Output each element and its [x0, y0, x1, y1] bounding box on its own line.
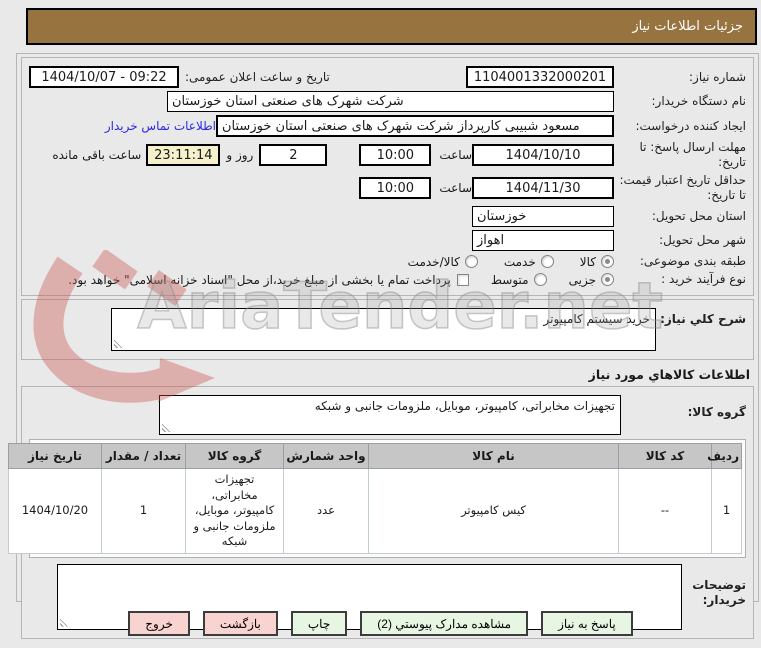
delivery-province-field[interactable]: خوزستان — [472, 206, 614, 227]
subject-class-options: کالا خدمت کالا/خدمت — [408, 255, 614, 269]
cell-group: تجهیزات مخابراتی، کامپیوتر، موبایل، ملزو… — [186, 469, 284, 554]
goods-table-wrapper: ردیف کد کالا نام کالا واحد شمارش گروه کا… — [29, 439, 746, 558]
radio-minor-icon[interactable] — [601, 273, 614, 286]
goods-table: ردیف کد کالا نام کالا واحد شمارش گروه کا… — [8, 443, 742, 554]
days-remaining-field[interactable]: 2 — [259, 144, 327, 166]
radio-goods-service-icon[interactable] — [465, 255, 478, 268]
request-creator-label: ایجاد کننده درخواست: — [614, 119, 746, 134]
print-button[interactable]: چاپ — [291, 611, 347, 636]
time-remaining-field[interactable]: 23:11:14 — [146, 144, 220, 166]
subject-class-option-service: خدمت — [504, 255, 554, 269]
buyer-org-label: نام دستگاه خریدار: — [614, 94, 746, 109]
col-group: گروه کالا — [186, 444, 284, 469]
need-number-row: شماره نیاز: 1104001332000201 تاریخ و ساع… — [29, 66, 746, 88]
radio-medium-label: متوسط — [491, 273, 529, 287]
delivery-city-field[interactable]: اهواز — [472, 230, 614, 251]
goods-group-textarea[interactable]: تجهیزات مخابراتی، کامپیوتر، موبایل، ملزو… — [159, 395, 621, 435]
cell-quantity: 1 — [102, 469, 186, 554]
price-validity-label: حداقل تاریخ اعتبار قیمت: تا تاریخ: — [614, 173, 746, 203]
response-deadline-hour-field[interactable]: 10:00 — [359, 144, 431, 166]
need-description-row: شرح کلي نیاز: خرید سیستم کامپیوتر — [29, 308, 746, 351]
remaining-hours-label: ساعت باقی مانده — [52, 148, 141, 162]
goods-info-heading: اطلاعات کالاهاي مورد نیاز — [21, 367, 750, 382]
goods-group-text: تجهیزات مخابراتی، کامپیوتر، موبایل، ملزو… — [315, 399, 615, 413]
radio-minor-label: جزیی — [569, 273, 596, 287]
back-button[interactable]: بازگشت — [203, 611, 278, 636]
announce-datetime-field[interactable]: 1404/10/07 - 09:22 — [29, 66, 179, 88]
need-description-label: شرح کلي نیاز: — [656, 308, 746, 327]
radio-goods-label: کالا — [580, 255, 596, 269]
response-deadline-hour-label: ساعت — [439, 148, 472, 162]
purchase-process-options: جزیی متوسط پرداخت تمام یا بخشی از مبلغ خ… — [68, 273, 614, 287]
need-number-label: شماره نیاز: — [614, 70, 746, 85]
response-deadline-row: مهلت ارسال پاسخ: تا تاریخ: 1404/10/10 سا… — [29, 140, 746, 170]
price-validity-date-field[interactable]: 1404/11/30 — [472, 177, 614, 199]
col-need-date: تاریخ نیاز — [9, 444, 102, 469]
request-creator-field[interactable]: مسعود شبیبی کارپرداز شرکت شهرک های صنعتی… — [216, 115, 614, 137]
form-frame: شماره نیاز: 1104001332000201 تاریخ و ساع… — [16, 53, 759, 602]
process-option-medium: متوسط — [491, 273, 547, 287]
cell-item-code: -- — [619, 469, 712, 554]
buyer-org-row: نام دستگاه خریدار: شرکت شهرک های صنعتی ا… — [29, 91, 746, 112]
purchase-process-row: نوع فرآیند خرید : جزیی متوسط پرداخت تمام… — [29, 272, 746, 287]
resize-handle-icon[interactable] — [162, 422, 172, 432]
request-creator-row: ایجاد کننده درخواست: مسعود شبیبی کارپردا… — [29, 115, 746, 137]
price-validity-hour-field[interactable]: 10:00 — [359, 177, 431, 199]
response-deadline-label: مهلت ارسال پاسخ: تا تاریخ: — [614, 140, 746, 170]
price-validity-row: حداقل تاریخ اعتبار قیمت: تا تاریخ: 1404/… — [29, 173, 746, 203]
col-item-code: کد کالا — [619, 444, 712, 469]
need-description-section: شرح کلي نیاز: خرید سیستم کامپیوتر — [21, 299, 754, 360]
need-details-page: جزئیات اطلاعات نیاز شماره نیاز: 11040013… — [0, 0, 761, 648]
announce-datetime-label: تاریخ و ساعت اعلان عمومی: — [185, 70, 330, 85]
buyer-notes-label: توضیحات خریدار: — [682, 564, 746, 608]
purchase-process-label: نوع فرآیند خرید : — [614, 272, 746, 287]
goods-table-header-row: ردیف کد کالا نام کالا واحد شمارش گروه کا… — [9, 444, 742, 469]
response-deadline-date-field[interactable]: 1404/10/10 — [472, 144, 614, 166]
radio-goods-icon[interactable] — [601, 255, 614, 268]
subject-class-option-goods-service: کالا/خدمت — [408, 255, 478, 269]
treasury-payment-option: پرداخت تمام یا بخشی از مبلغ خرید،از محل … — [68, 273, 469, 287]
col-unit: واحد شمارش — [284, 444, 369, 469]
table-row: 1 -- کیس کامپیوتر عدد تجهیزات مخابراتی، … — [9, 469, 742, 554]
price-validity-hour-label: ساعت — [439, 181, 472, 195]
goods-group-row: گروه کالا: تجهیزات مخابراتی، کامپیوتر، م… — [29, 395, 746, 435]
buyer-contact-link[interactable]: اطلاعات تماس خریدار — [105, 119, 216, 133]
goods-group-label: گروه کالا: — [621, 395, 746, 420]
goods-info-section: گروه کالا: تجهیزات مخابراتی، کامپیوتر، م… — [21, 386, 754, 639]
need-description-textarea[interactable]: خرید سیستم کامپیوتر — [111, 308, 656, 351]
exit-button[interactable]: خروج — [128, 611, 190, 636]
delivery-city-label: شهر محل تحویل: — [614, 233, 746, 248]
need-description-text: خرید سیستم کامپیوتر — [544, 312, 651, 326]
subject-class-option-goods: کالا — [580, 255, 614, 269]
page-title: جزئیات اطلاعات نیاز — [632, 19, 743, 34]
radio-service-icon[interactable] — [541, 255, 554, 268]
treasury-checkbox-label: پرداخت تمام یا بخشی از مبلغ خرید،از محل … — [68, 273, 451, 287]
col-item-name: نام کالا — [369, 444, 619, 469]
footer-button-bar: پاسخ به نیاز مشاهده مدارک پیوستي (2) چاپ… — [0, 611, 761, 636]
cell-need-date: 1404/10/20 — [9, 469, 102, 554]
page-title-bar: جزئیات اطلاعات نیاز — [26, 8, 757, 45]
radio-medium-icon[interactable] — [534, 273, 547, 286]
treasury-checkbox-icon[interactable] — [457, 274, 469, 286]
subject-class-label: طبقه بندی موضوعی: — [614, 254, 746, 269]
buyer-org-field[interactable]: شرکت شهرک های صنعتی استان خوزستان — [167, 91, 614, 112]
process-option-minor: جزیی — [569, 273, 614, 287]
subject-class-row: طبقه بندی موضوعی: کالا خدمت کالا/خدمت — [29, 254, 746, 269]
col-quantity: تعداد / مقدار — [102, 444, 186, 469]
radio-service-label: خدمت — [504, 255, 536, 269]
respond-to-need-button[interactable]: پاسخ به نیاز — [541, 611, 633, 636]
delivery-province-label: استان محل تحویل: — [614, 209, 746, 224]
days-separator-label: روز و — [226, 148, 253, 162]
need-number-field[interactable]: 1104001332000201 — [466, 66, 614, 88]
delivery-city-row: شهر محل تحویل: اهواز — [29, 230, 746, 251]
delivery-province-row: استان محل تحویل: خوزستان — [29, 206, 746, 227]
cell-item-name: کیس کامپیوتر — [369, 469, 619, 554]
resize-handle-icon[interactable] — [114, 338, 124, 348]
general-info-section: شماره نیاز: 1104001332000201 تاریخ و ساع… — [21, 57, 754, 296]
radio-goods-service-label: کالا/خدمت — [408, 255, 460, 269]
cell-unit: عدد — [284, 469, 369, 554]
view-attachments-button[interactable]: مشاهده مدارک پیوستي (2) — [360, 611, 528, 636]
cell-row-index: 1 — [712, 469, 742, 554]
col-row-index: ردیف — [712, 444, 742, 469]
